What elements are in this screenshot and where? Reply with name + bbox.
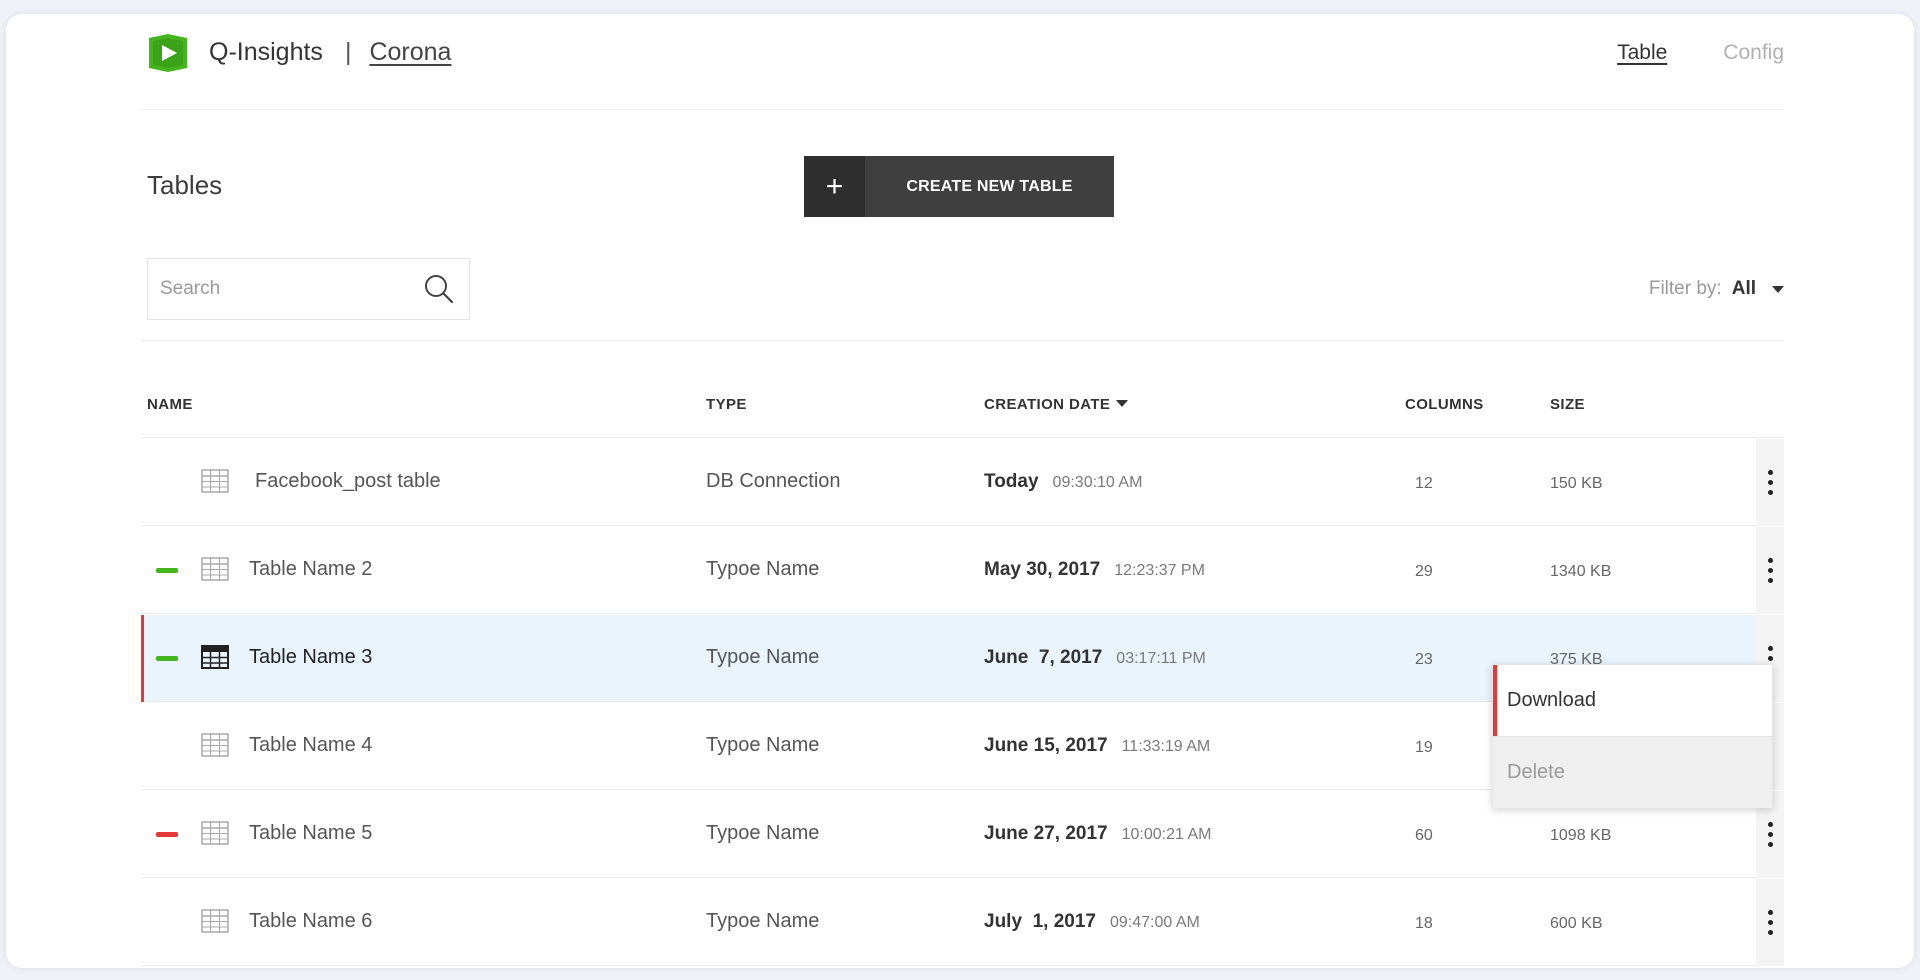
column-count: 29 xyxy=(1415,563,1433,580)
table-name[interactable]: Table Name 6 xyxy=(249,910,372,933)
more-vertical-icon xyxy=(1767,470,1773,495)
chevron-down-icon xyxy=(1772,285,1784,293)
creation-time: 03:17:11 PM xyxy=(1116,650,1206,667)
creation-date: June 15, 2017 11:33:19 AM xyxy=(984,735,1210,757)
more-vertical-icon xyxy=(1767,558,1773,583)
table-type: Typoe Name xyxy=(706,646,820,668)
creation-date-day: May 30, 2017 xyxy=(984,559,1101,580)
table-row[interactable]: Table Name 2 Typoe Name May 30, 2017 12:2… xyxy=(141,527,1784,614)
column-count: 60 xyxy=(1415,827,1433,844)
table-type: DB Connection xyxy=(706,470,841,492)
section-divider xyxy=(141,340,1784,341)
brand-title: Q-Insights | Corona xyxy=(209,38,451,67)
create-new-table-button[interactable]: + CREATE NEW TABLE xyxy=(804,156,1114,217)
column-header-type[interactable]: TYPE xyxy=(706,396,747,413)
creation-date-header-label: CREATION DATE xyxy=(984,396,1111,413)
status-indicator-green xyxy=(156,656,178,661)
app-header: Q-Insights | Corona Table Config xyxy=(141,14,1784,110)
table-type: Typoe Name xyxy=(706,910,820,932)
creation-date: June 27, 2017 10:00:21 AM xyxy=(984,823,1211,845)
table-icon xyxy=(201,645,229,669)
page-content: Q-Insights | Corona Table Config Tables + … xyxy=(141,14,1784,968)
creation-time: 09:47:00 AM xyxy=(1109,914,1200,931)
table-name[interactable]: Table Name 2 xyxy=(249,558,372,581)
creation-date-day: July 1, 2017 xyxy=(984,911,1096,932)
table-icon xyxy=(201,733,229,757)
column-header-size[interactable]: SIZE xyxy=(1550,396,1585,413)
plus-icon: + xyxy=(804,156,865,217)
table-icon xyxy=(201,469,229,493)
creation-time: 12:23:37 PM xyxy=(1114,562,1205,579)
table-name[interactable]: Table Name 5 xyxy=(249,822,372,845)
creation-date: June 7, 2017 03:17:11 PM xyxy=(984,647,1206,669)
filter-dropdown[interactable]: Filter by: All xyxy=(1649,278,1784,300)
filter-value: All xyxy=(1731,278,1756,299)
creation-date-day: June 7, 2017 xyxy=(984,647,1103,668)
search-icon[interactable] xyxy=(423,273,455,305)
table-header: NAME TYPE CREATION DATE COLUMNS SIZE xyxy=(141,374,1784,438)
creation-date-day: Today xyxy=(984,471,1039,492)
table-row[interactable]: Table Name 6 Typoe Name July 1, 2017 09:4… xyxy=(141,879,1784,966)
creation-date: May 30, 2017 12:23:37 PM xyxy=(984,559,1205,581)
nav-config-link[interactable]: Config xyxy=(1723,41,1784,65)
app-name: Q-Insights xyxy=(209,38,323,66)
table-size: 1340 KB xyxy=(1550,563,1612,580)
table-name[interactable]: Table Name 4 xyxy=(249,734,372,757)
search-box xyxy=(147,258,470,320)
table-icon xyxy=(201,557,229,581)
table-type: Typoe Name xyxy=(706,734,820,756)
menu-item-download[interactable]: Download xyxy=(1493,665,1772,736)
row-more-menu-button[interactable] xyxy=(1756,439,1784,526)
table-name[interactable]: Table Name 3 xyxy=(249,646,372,669)
table-icon xyxy=(201,909,229,933)
table-type: Typoe Name xyxy=(706,558,820,580)
creation-date-day: June 27, 2017 xyxy=(984,823,1108,844)
project-link[interactable]: Corona xyxy=(369,38,451,66)
table-icon xyxy=(201,821,229,845)
app-card: Q-Insights | Corona Table Config Tables + … xyxy=(6,14,1914,968)
column-count: 12 xyxy=(1415,475,1433,492)
search-input[interactable] xyxy=(148,259,418,319)
row-more-menu-button[interactable] xyxy=(1756,527,1784,614)
table-type: Typoe Name xyxy=(706,822,820,844)
app-logo-icon[interactable] xyxy=(147,32,189,74)
row-context-menu: Download Delete xyxy=(1492,664,1773,808)
creation-date: Today 09:30:10 AM xyxy=(984,471,1142,493)
more-vertical-icon xyxy=(1767,822,1773,847)
creation-time: 11:33:19 AM xyxy=(1121,738,1211,755)
brand-separator: | xyxy=(344,38,352,66)
table-size: 150 KB xyxy=(1550,475,1603,492)
top-nav: Table Config xyxy=(1617,41,1784,65)
column-count: 18 xyxy=(1415,915,1433,932)
column-header-name[interactable]: NAME xyxy=(147,396,193,413)
column-count: 23 xyxy=(1415,651,1433,668)
creation-date-day: June 15, 2017 xyxy=(984,735,1108,756)
column-count: 19 xyxy=(1415,739,1433,756)
nav-table-link[interactable]: Table xyxy=(1617,41,1667,65)
status-indicator-green xyxy=(156,568,178,573)
table-name[interactable]: Facebook_post table xyxy=(255,470,441,493)
table-row[interactable]: Facebook_post table DB Connection Today 0… xyxy=(141,439,1784,526)
row-more-menu-button[interactable] xyxy=(1756,879,1784,966)
creation-date: July 1, 2017 09:47:00 AM xyxy=(984,911,1200,933)
creation-time: 09:30:10 AM xyxy=(1052,474,1143,491)
column-header-creation-date[interactable]: CREATION DATE xyxy=(984,396,1129,413)
more-vertical-icon xyxy=(1767,910,1773,935)
column-header-columns[interactable]: COLUMNS xyxy=(1405,396,1484,413)
page-title: Tables xyxy=(147,170,223,200)
table-size: 1098 KB xyxy=(1550,827,1612,844)
create-button-label: CREATE NEW TABLE xyxy=(906,177,1073,195)
table-size: 600 KB xyxy=(1550,915,1603,932)
menu-item-delete[interactable]: Delete xyxy=(1493,736,1772,808)
status-indicator-red xyxy=(156,832,178,837)
filter-label: Filter by: xyxy=(1648,278,1722,299)
sort-desc-icon xyxy=(1116,400,1129,407)
creation-time: 10:00:21 AM xyxy=(1121,826,1212,843)
